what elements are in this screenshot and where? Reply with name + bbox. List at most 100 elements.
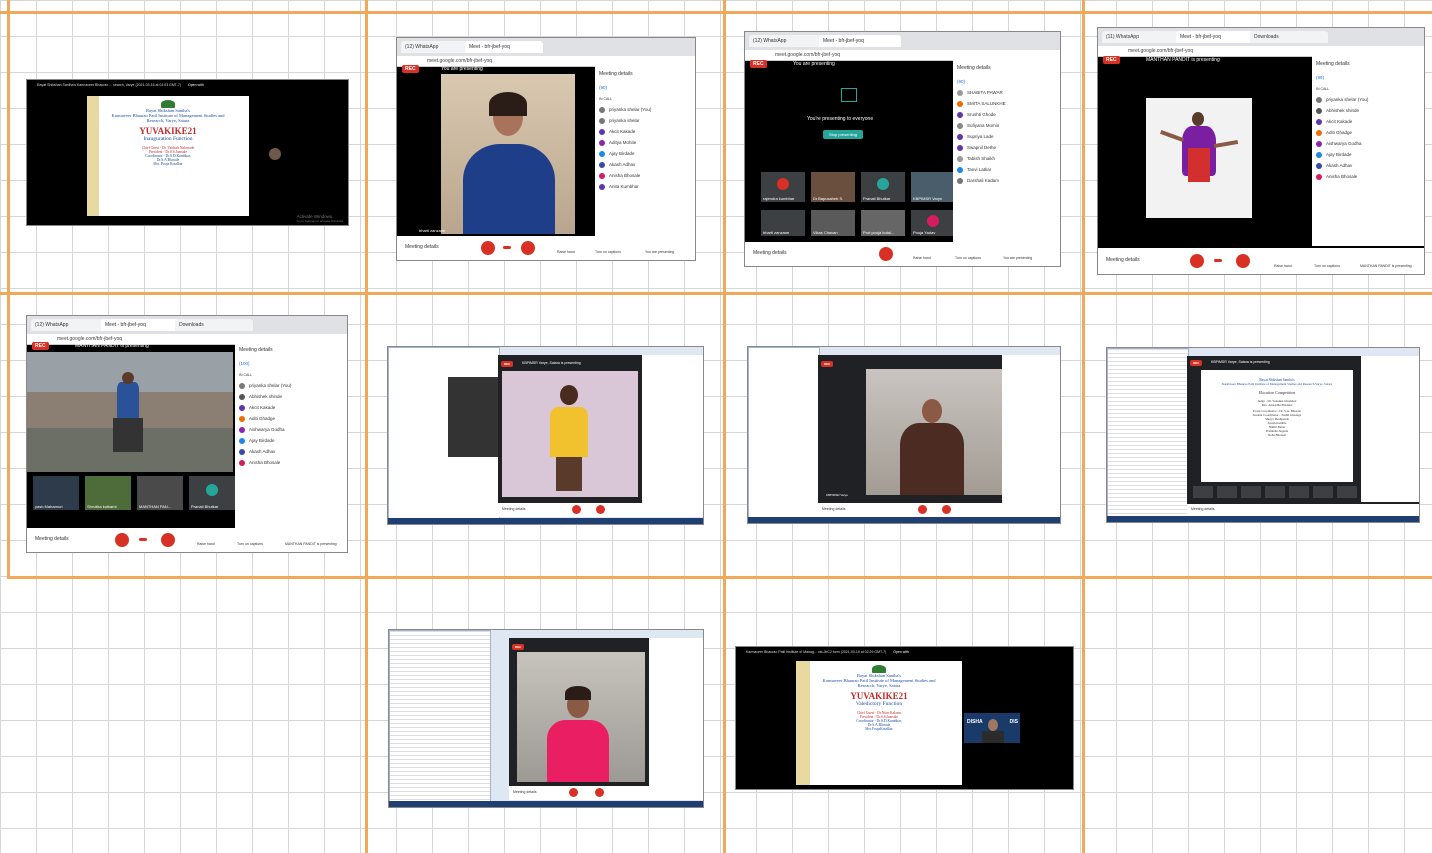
participant[interactable]: priyanka shelar (595, 115, 695, 126)
camera-off-button[interactable] (596, 505, 605, 514)
raise-hand-button[interactable]: Raise hand (913, 256, 931, 260)
tab-whatsapp[interactable]: (12) WhatsApp (749, 35, 823, 47)
camera-off-button[interactable] (879, 247, 893, 261)
meeting-details-button[interactable]: Meeting details (513, 790, 537, 794)
meeting-details-button[interactable]: Meeting details (1191, 507, 1215, 511)
raise-hand-button[interactable]: Raise hand (197, 542, 215, 546)
you-presenting-button[interactable]: You are presenting (1003, 256, 1032, 260)
participant-tile[interactable] (1217, 486, 1237, 498)
participant[interactable]: Aishwarya Godha (1312, 138, 1424, 149)
participant[interactable]: Anisha Bhosale (235, 457, 347, 468)
tab-meet[interactable]: Meet - bfr-jbef-yoq (101, 319, 179, 331)
camera-off-button[interactable] (595, 788, 604, 797)
meeting-details-button[interactable]: Meeting details (405, 244, 439, 250)
participant-tile[interactable] (1193, 486, 1213, 498)
mic-off-button[interactable] (569, 788, 578, 797)
tab-meet[interactable]: Meet - bfr-jbef-yoq (465, 41, 543, 53)
mic-off-button[interactable] (918, 505, 927, 514)
participant-tile[interactable]: Shrutika kulkarni (85, 476, 131, 510)
participant[interactable]: Abhishek shinde (235, 391, 347, 402)
camera-off-button[interactable] (521, 241, 535, 255)
participant[interactable]: SHABITA PAWAR (953, 87, 1060, 98)
camera-off-button[interactable] (161, 533, 175, 547)
camera-off-button[interactable] (942, 505, 951, 514)
tab-meet[interactable]: Meet - bfr-jbef-yoq (819, 35, 901, 47)
participant[interactable]: Darshali Kadam (953, 175, 1060, 186)
participant-tile[interactable]: Dr.Bapusaheb S. (811, 172, 855, 202)
mic-off-button[interactable] (481, 241, 495, 255)
participant[interactable]: Anisha Bhosale (1312, 171, 1424, 182)
participant[interactable]: Abhishek shinde (1312, 105, 1424, 116)
participant-tile[interactable] (1337, 486, 1357, 498)
raise-hand-button[interactable]: Raise hand (1274, 264, 1292, 268)
mic-off-button[interactable] (572, 505, 581, 514)
participant-tile[interactable]: bharti zanzane (761, 210, 805, 236)
participant[interactable]: Anisha Bhosale (595, 170, 695, 181)
meeting-details-button[interactable]: Meeting details (822, 507, 846, 511)
participant-tile[interactable]: Pooja Yadav (911, 210, 955, 236)
participant-tile[interactable]: Prof.pooja kotal... (861, 210, 905, 236)
meeting-details-button[interactable]: Meeting details (35, 536, 69, 542)
participant[interactable]: Srushti Ghode (953, 109, 1060, 120)
participant[interactable]: Ajay Birdade (235, 435, 347, 446)
participant[interactable]: Tabish Shaikh (953, 153, 1060, 164)
tab-meet[interactable]: Meet - bfr-jbef-yoq (1176, 31, 1254, 43)
presenter-button[interactable]: MANTHAN PANDIT is presenting (285, 542, 337, 546)
meeting-details-button[interactable]: Meeting details (1106, 257, 1140, 263)
hangup-button[interactable] (139, 538, 147, 541)
people-count[interactable]: (100) (235, 358, 347, 369)
captions-button[interactable]: Turn on captions (1314, 264, 1340, 268)
participant[interactable]: priyanka shelar (You) (595, 104, 695, 115)
participant-tile[interactable]: Pranali Bhutkar (861, 172, 905, 202)
tab-downloads[interactable]: Downloads (175, 319, 253, 331)
participant[interactable]: Ajay Birdade (595, 148, 695, 159)
participant[interactable]: Tanvi Latkar (953, 164, 1060, 175)
participant-tile[interactable]: Pranali Bhutkar (189, 476, 235, 510)
participant[interactable]: Akcit Kakade (235, 402, 347, 413)
participant[interactable]: priyanka shelar (You) (1312, 94, 1424, 105)
mic-off-button[interactable] (115, 533, 129, 547)
participant[interactable]: priyanka shelar (You) (235, 380, 347, 391)
participant-tile[interactable]: rajendra kumbhar (761, 172, 805, 202)
participant-tile[interactable]: KBPIMSR Varye (911, 172, 955, 202)
participant[interactable]: Akash Adhav (1312, 160, 1424, 171)
participant-tile[interactable]: yash Maharnuri (33, 476, 79, 510)
open-with-link[interactable]: Open with (893, 650, 909, 654)
participant[interactable]: Akcit Kakade (595, 126, 695, 137)
participant[interactable]: Akash Adhav (595, 159, 695, 170)
participant[interactable]: Aditya Mohite (595, 137, 695, 148)
participant[interactable]: Swapnil Dethe (953, 142, 1060, 153)
participant-tile[interactable]: MANTHAN PAN... (137, 476, 183, 510)
participant[interactable]: Ajay Birdade (1312, 149, 1424, 160)
tab-downloads[interactable]: Downloads (1250, 31, 1328, 43)
presenter-button[interactable]: MANTHAN PANDIT is presenting (1360, 264, 1412, 268)
people-count[interactable]: (99) (1312, 72, 1424, 83)
participant-tile[interactable]: Vikas Chavan (811, 210, 855, 236)
hangup-button[interactable] (503, 246, 511, 249)
participant-tile[interactable] (1313, 486, 1333, 498)
participant[interactable]: Aishwarya Godha (235, 424, 347, 435)
hangup-button[interactable] (1214, 259, 1222, 262)
participant-tile[interactable] (1289, 486, 1309, 498)
tab-whatsapp[interactable]: (12) WhatsApp (31, 319, 105, 331)
participant[interactable]: Akcit Kakade (1312, 116, 1424, 127)
participant[interactable]: Aditi Ghadge (1312, 127, 1424, 138)
participant-tile[interactable] (1241, 486, 1261, 498)
raise-hand-button[interactable]: Raise hand (557, 250, 575, 254)
participant[interactable]: Akash Adhav (235, 446, 347, 457)
you-presenting-button[interactable]: You are presenting (645, 250, 674, 254)
participant[interactable]: Supriya Lade (953, 131, 1060, 142)
participant[interactable]: Aditi Ghadge (235, 413, 347, 424)
stop-presenting-button[interactable]: Stop presenting (823, 130, 864, 139)
participant[interactable]: SMITA SALUNKHE (953, 98, 1060, 109)
captions-button[interactable]: Turn on captions (595, 250, 621, 254)
open-with-link[interactable]: Open with (188, 83, 204, 87)
meeting-details-button[interactable]: Meeting details (502, 507, 526, 511)
captions-button[interactable]: Turn on captions (237, 542, 263, 546)
tab-whatsapp[interactable]: (11) WhatsApp (1102, 31, 1180, 43)
people-count[interactable]: (90) (595, 82, 695, 93)
meeting-details-button[interactable]: Meeting details (753, 250, 787, 256)
camera-off-button[interactable] (1236, 254, 1250, 268)
tab-whatsapp[interactable]: (12) WhatsApp (401, 41, 469, 53)
participant-tile[interactable] (1265, 486, 1285, 498)
